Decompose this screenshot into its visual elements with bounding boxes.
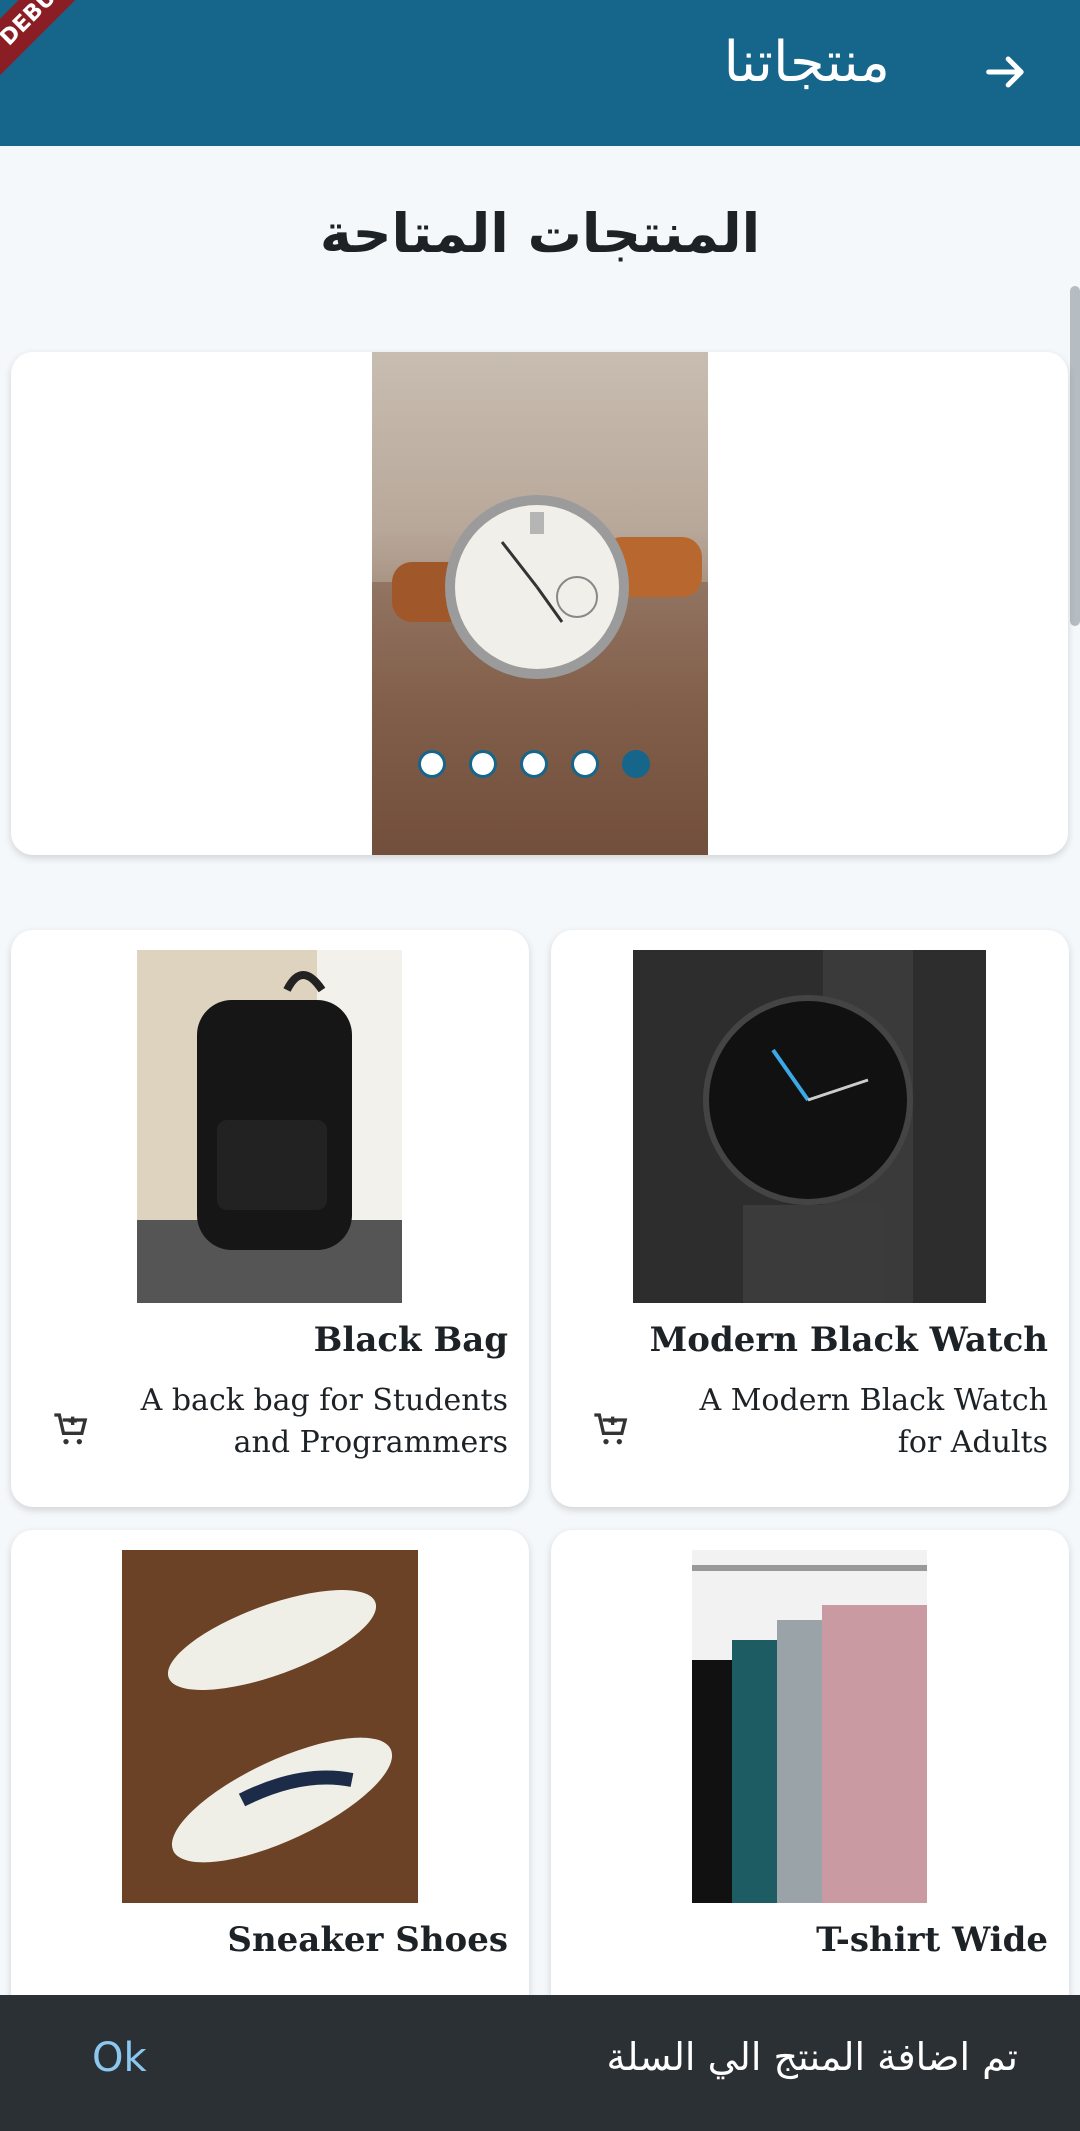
snackbar: Ok تم اضافة المنتج الي السلة [0, 1995, 1080, 2131]
product-name: Modern Black Watch [649, 1320, 1048, 1360]
scrollbar[interactable] [1070, 286, 1080, 626]
product-image-bag [137, 950, 402, 1303]
product-description: A back bag for Students and Programmers [140, 1383, 508, 1460]
carousel-indicators [418, 750, 650, 778]
carousel-dot[interactable] [418, 750, 446, 778]
product-name: Sneaker Shoes [227, 1920, 508, 1960]
product-description: A Modern Black Watch for Adults [699, 1383, 1048, 1460]
add-to-cart-icon[interactable] [591, 1410, 631, 1450]
product-card-modern-black-watch[interactable]: Modern Black Watch A Modern Black Watch … [551, 930, 1069, 1507]
carousel-dot[interactable] [571, 750, 599, 778]
arrow-forward-icon[interactable] [980, 46, 1032, 98]
app-bar: DEBUG منتجاتنا [0, 0, 1080, 146]
snackbar-ok-button[interactable]: Ok [92, 2035, 147, 2081]
product-image-watch [633, 950, 986, 1303]
product-card-tshirt-wide[interactable]: T-shirt Wide [551, 1530, 1069, 2050]
debug-ribbon: DEBUG [0, 0, 103, 80]
product-name: T-shirt Wide [816, 1920, 1048, 1960]
product-image-sneakers [122, 1550, 418, 1903]
section-title: المنتجات المتاحة [319, 202, 761, 265]
carousel-dot-active[interactable] [622, 750, 650, 778]
page-title: منتجاتنا [723, 30, 890, 95]
carousel-dot[interactable] [520, 750, 548, 778]
product-name: Black Bag [313, 1320, 508, 1360]
product-image-tshirts [692, 1550, 927, 1903]
add-to-cart-icon[interactable] [51, 1410, 91, 1450]
product-card-black-bag[interactable]: Black Bag A back bag for Students and Pr… [11, 930, 529, 1507]
carousel[interactable] [11, 352, 1068, 855]
snackbar-message: تم اضافة المنتج الي السلة [606, 2035, 1019, 2079]
carousel-image-watch [372, 352, 708, 855]
product-card-sneaker-shoes[interactable]: Sneaker Shoes [11, 1530, 529, 2050]
carousel-dot[interactable] [469, 750, 497, 778]
